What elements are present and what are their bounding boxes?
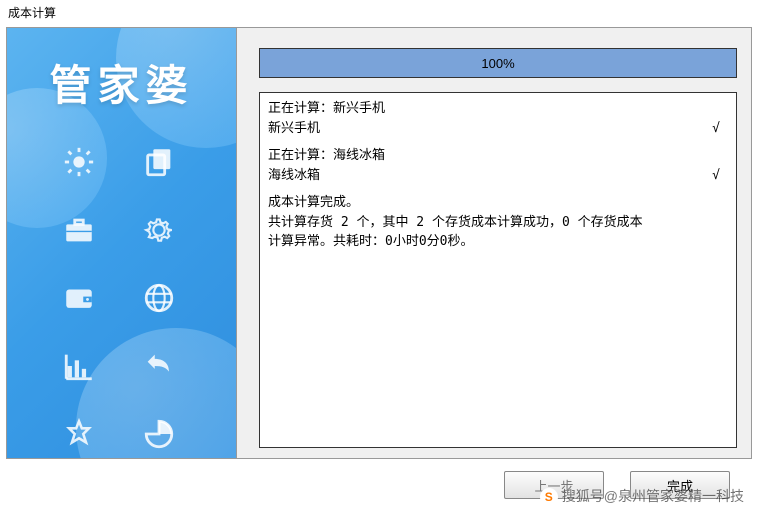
log-done: 成本计算完成。: [268, 193, 728, 213]
sidebar-icon-grid: [57, 140, 187, 456]
log-summary: 计算异常。共耗时：0小时0分0秒。: [268, 232, 728, 252]
log-line: 正在计算：海线冰箱: [268, 146, 728, 166]
log-summary: 共计算存货 2 个，其中 2 个存货成本计算成功，0 个存货成本: [268, 213, 728, 233]
finish-button[interactable]: 完成: [630, 471, 730, 499]
globe-icon: [137, 276, 181, 320]
window-title: 成本计算: [0, 0, 758, 25]
log-item-name: 海线冰箱: [268, 166, 320, 186]
sun-icon: [57, 140, 101, 184]
content-panel: 100% 正在计算：新兴手机 新兴手机 √ 正在计算：海线冰箱 海线冰箱 √: [237, 28, 751, 458]
chart-icon: [57, 344, 101, 388]
gear-icon: [137, 208, 181, 252]
sidebar: 管家婆: [7, 28, 237, 458]
checkmark-icon: √: [712, 166, 728, 186]
progress-text: 100%: [260, 49, 736, 77]
undo-icon: [137, 344, 181, 388]
checkmark-icon: √: [712, 119, 728, 139]
main-panel: 管家婆 100% 正在计算：新兴手机 新兴手机 √: [6, 27, 752, 459]
copy-icon: [137, 140, 181, 184]
log-line: 正在计算：新兴手机: [268, 99, 728, 119]
log-output[interactable]: 正在计算：新兴手机 新兴手机 √ 正在计算：海线冰箱 海线冰箱 √ 成本计算完成…: [259, 92, 737, 448]
prev-button: 上一步: [504, 471, 604, 499]
progress-bar: 100%: [259, 48, 737, 78]
log-item-name: 新兴手机: [268, 119, 320, 139]
brand-title: 管家婆: [7, 52, 236, 113]
briefcase-icon: [57, 208, 101, 252]
wallet-icon: [57, 276, 101, 320]
star-icon: [57, 412, 101, 456]
pie-icon: [137, 412, 181, 456]
button-row: 上一步 完成: [0, 461, 758, 509]
